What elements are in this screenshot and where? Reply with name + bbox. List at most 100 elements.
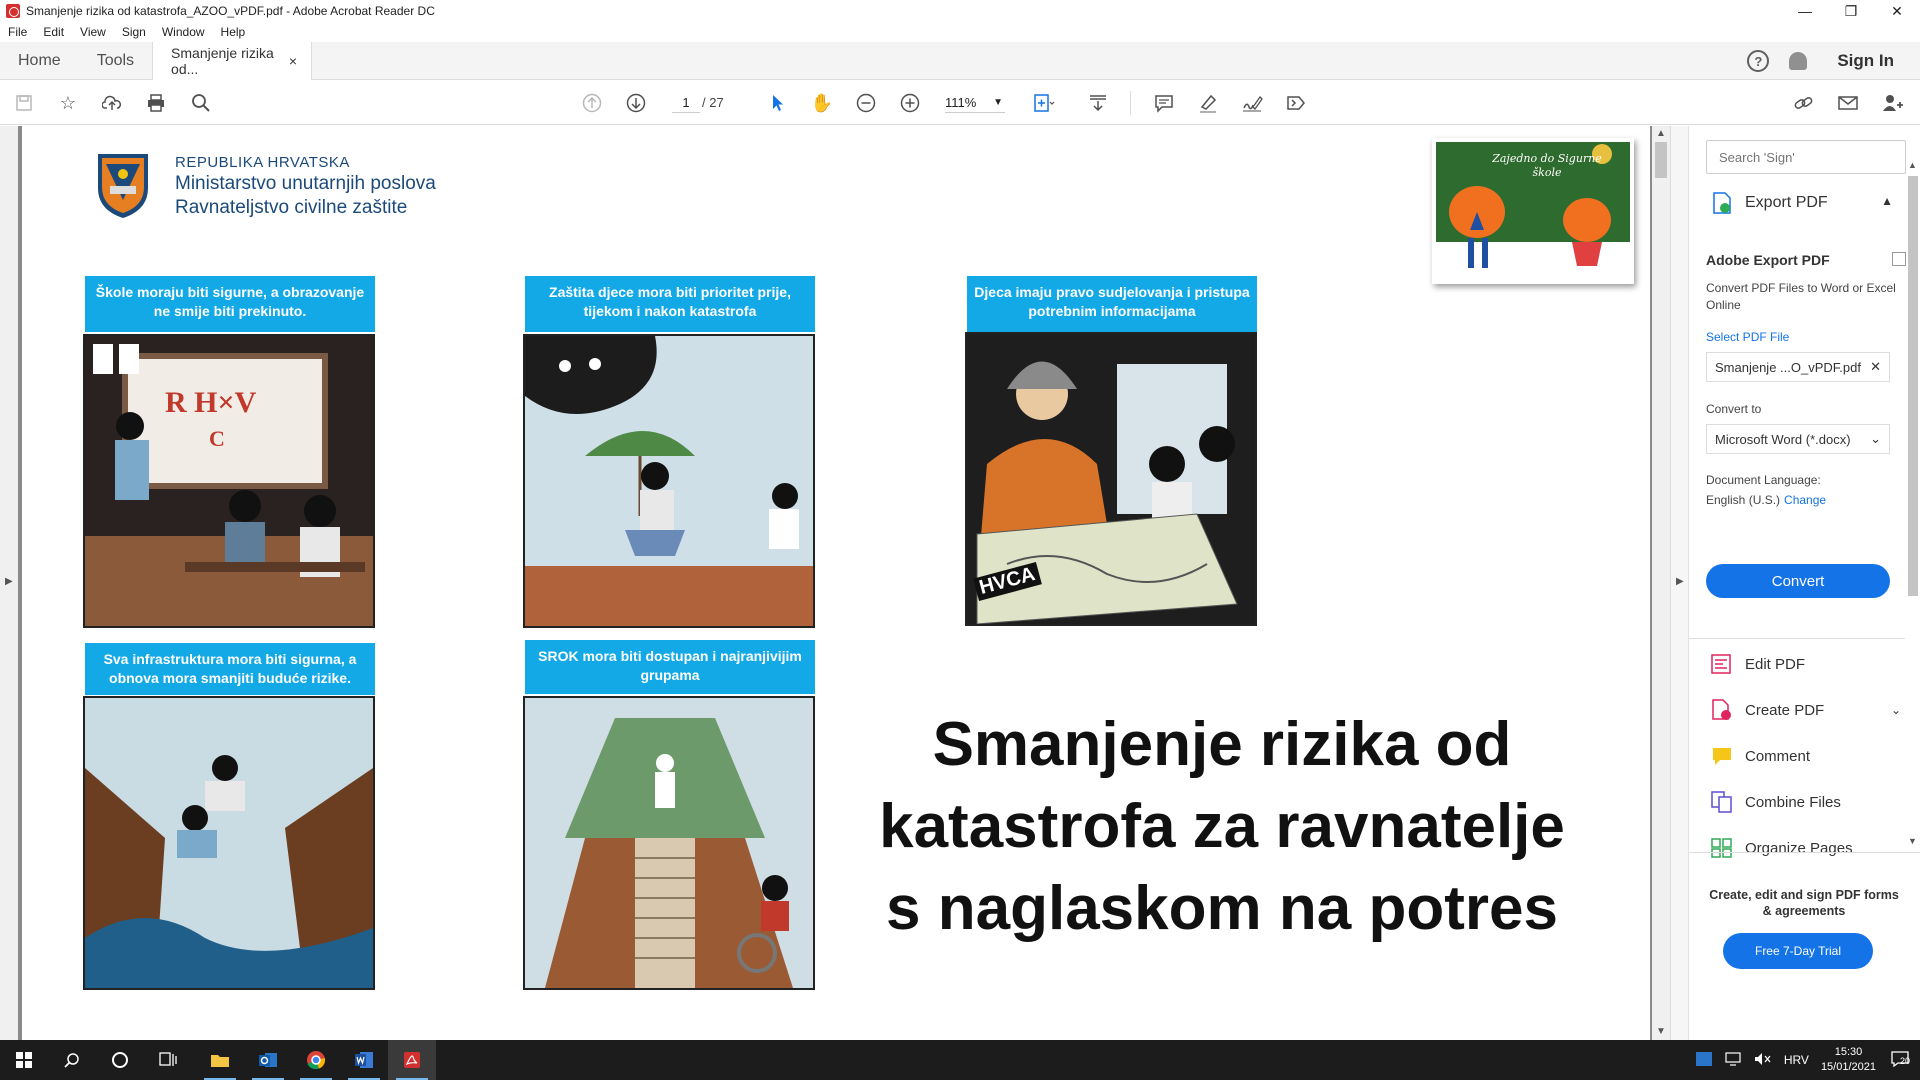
add-user-icon[interactable]: [1880, 91, 1904, 115]
close-tab-icon[interactable]: ×: [289, 53, 297, 69]
notification-count: 20: [1900, 1055, 1911, 1066]
zoom-in-icon[interactable]: [898, 91, 922, 115]
bookmark-star-icon[interactable]: ☆: [56, 91, 80, 115]
maximize-button[interactable]: ❐: [1828, 0, 1874, 22]
tab-home[interactable]: Home: [0, 42, 79, 80]
hand-icon[interactable]: ✋: [810, 91, 834, 115]
clock[interactable]: 15:30 15/01/2021: [1821, 1045, 1876, 1075]
tool-label: Edit PDF: [1745, 655, 1806, 673]
task-view-icon[interactable]: [144, 1040, 192, 1080]
remove-file-icon[interactable]: ✕: [1870, 359, 1881, 375]
page-number-input[interactable]: 1: [672, 93, 700, 113]
notification-center-icon[interactable]: 20: [1890, 1050, 1910, 1071]
scroll-down-arrow-icon[interactable]: ▼: [1908, 836, 1917, 846]
menu-edit[interactable]: Edit: [35, 25, 72, 39]
comment-icon[interactable]: [1152, 91, 1176, 115]
network-icon[interactable]: [1724, 1051, 1742, 1069]
header-republic: REPUBLIKA HRVATSKA: [175, 154, 350, 171]
change-language-link[interactable]: Change: [1784, 493, 1826, 507]
export-pdf-header[interactable]: Export PDF ▲: [1689, 182, 1899, 224]
tools-search-input[interactable]: [1706, 140, 1906, 174]
panel-caption-4: Sva infrastruktura mora biti sigurna, a …: [85, 643, 375, 695]
cortana-icon[interactable]: [96, 1040, 144, 1080]
print-icon[interactable]: [144, 91, 168, 115]
document-scrollbar[interactable]: ▲ ▼: [1652, 126, 1670, 1040]
scroll-up-arrow-icon[interactable]: ▲: [1908, 160, 1917, 170]
sign-icon[interactable]: [1240, 91, 1264, 115]
tab-tools[interactable]: Tools: [79, 42, 152, 80]
header-ministry: Ministarstvo unutarnjih poslova: [175, 173, 436, 194]
window-controls: — ❐ ✕: [1782, 0, 1920, 22]
speaker-muted-icon[interactable]: [1754, 1052, 1772, 1069]
menu-window[interactable]: Window: [154, 25, 213, 39]
chevron-down-icon: ▼: [993, 97, 1003, 108]
left-panel-toggle[interactable]: ▶: [0, 126, 18, 1040]
convert-button[interactable]: Convert: [1706, 564, 1890, 598]
pdf-page: REPUBLIKA HRVATSKA Ministarstvo unutarnj…: [22, 126, 1650, 1040]
copy-icon[interactable]: [1892, 252, 1906, 266]
tools-pane-toggle[interactable]: ▶: [1671, 126, 1689, 1040]
minimize-button[interactable]: —: [1782, 0, 1828, 22]
tool-create-pdf[interactable]: Create PDF ⌄: [1711, 694, 1901, 726]
share-link-icon[interactable]: [1792, 91, 1816, 115]
scrollbar-thumb[interactable]: [1655, 142, 1667, 178]
acrobat-taskbar-icon[interactable]: [388, 1040, 436, 1080]
menu-view[interactable]: View: [72, 25, 114, 39]
highlight-icon[interactable]: [1196, 91, 1220, 115]
illustration-school-classroom: R H×V C: [83, 334, 375, 628]
page-down-icon[interactable]: [624, 91, 648, 115]
scroll-mode-icon[interactable]: [1086, 91, 1110, 115]
fit-page-icon[interactable]: [1032, 91, 1056, 115]
more-tools-icon[interactable]: [1284, 91, 1308, 115]
tool-label: Combine Files: [1745, 793, 1841, 811]
input-language[interactable]: HRV: [1784, 1053, 1809, 1067]
file-explorer-icon[interactable]: [196, 1040, 244, 1080]
notification-bell-icon[interactable]: [1789, 52, 1808, 70]
sign-in-button[interactable]: Sign In: [1837, 51, 1894, 71]
convert-to-label: Convert to: [1706, 402, 1762, 416]
tool-edit-pdf[interactable]: Edit PDF: [1711, 648, 1901, 680]
chevron-up-icon[interactable]: ▲: [1881, 194, 1893, 208]
email-icon[interactable]: [1836, 91, 1860, 115]
free-trial-button[interactable]: Free 7-Day Trial: [1723, 933, 1873, 969]
chrome-icon[interactable]: [292, 1040, 340, 1080]
selected-file-name: Smanjenje ...O_vPDF.pdf: [1715, 359, 1861, 375]
windows-start-icon[interactable]: [0, 1040, 48, 1080]
search-icon[interactable]: [48, 1040, 96, 1080]
panel-caption-1: Škole moraju biti sigurne, a obrazovanje…: [85, 276, 375, 332]
zoom-value: 111%: [945, 95, 977, 110]
tools-pane: ▶ Export PDF ▲ Adobe Export PDF Convert …: [1670, 126, 1920, 1040]
tool-comment[interactable]: Comment: [1711, 740, 1901, 772]
zoom-select[interactable]: 111% ▼: [945, 93, 1005, 113]
outlook-tray-icon[interactable]: [1695, 1051, 1712, 1069]
tool-combine-files[interactable]: Combine Files: [1711, 786, 1901, 818]
document-viewport[interactable]: ▶ REPUBLIKA HRVATSKA Ministarstvo unutar…: [0, 126, 1670, 1040]
page-up-icon[interactable]: [580, 91, 604, 115]
ministry-header: REPUBLIKA HRVATSKA Ministarstvo unutarnj…: [175, 154, 436, 219]
logo-caption: Zajedno do Sigurne škole: [1492, 152, 1602, 179]
find-icon[interactable]: [189, 91, 213, 115]
tools-pane-scrollbar[interactable]: ▲ ▼: [1905, 160, 1920, 850]
save-icon[interactable]: [12, 91, 36, 115]
tab-document[interactable]: Smanjenje rizika od... ×: [152, 41, 313, 80]
selected-file-field[interactable]: Smanjenje ...O_vPDF.pdf ✕: [1706, 352, 1890, 382]
scroll-up-arrow-icon[interactable]: ▲: [1656, 128, 1666, 139]
zoom-out-icon[interactable]: [854, 91, 878, 115]
convert-to-select[interactable]: Microsoft Word (*.docx) ⌄: [1706, 424, 1890, 454]
menu-sign[interactable]: Sign: [114, 25, 154, 39]
clock-time: 15:30: [1834, 1046, 1863, 1058]
chevron-down-icon[interactable]: ⌄: [1891, 703, 1901, 717]
help-icon[interactable]: ?: [1747, 50, 1770, 72]
scroll-down-arrow-icon[interactable]: ▼: [1656, 1026, 1666, 1037]
comment-tool-icon: [1711, 745, 1733, 767]
upload-icon[interactable]: [100, 91, 124, 115]
menu-file[interactable]: File: [0, 25, 35, 39]
menu-help[interactable]: Help: [213, 25, 254, 39]
outlook-icon[interactable]: [244, 1040, 292, 1080]
scrollbar-thumb[interactable]: [1908, 176, 1918, 596]
word-icon[interactable]: [340, 1040, 388, 1080]
select-cursor-icon[interactable]: [766, 91, 790, 115]
select-pdf-file-link[interactable]: Select PDF File: [1706, 330, 1906, 344]
panel-caption-2: Zaštita djece mora biti prioritet prije,…: [525, 276, 815, 332]
close-window-button[interactable]: ✕: [1874, 0, 1920, 22]
